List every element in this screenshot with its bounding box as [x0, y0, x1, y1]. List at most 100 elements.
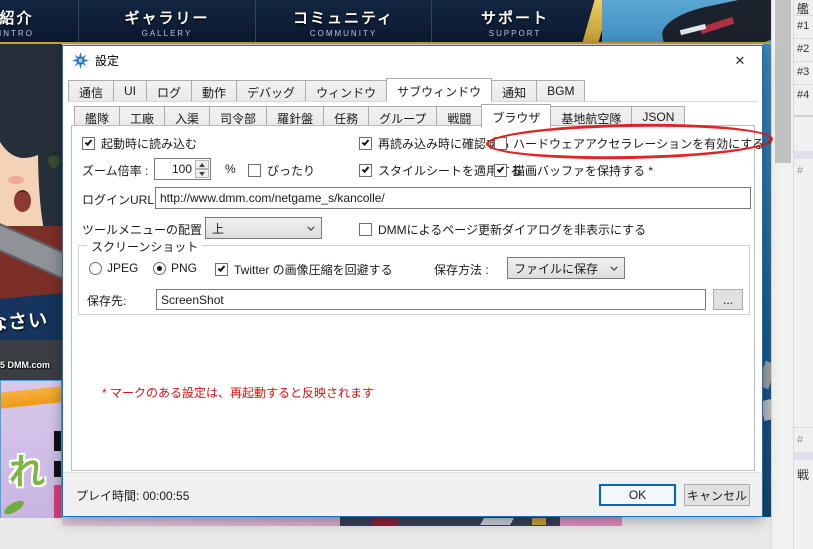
png-label: PNG	[171, 261, 197, 275]
load-on-start-label: 起動時に読み込む	[101, 135, 197, 152]
list-item[interactable]: #3	[797, 66, 809, 78]
load-on-start-checkbox[interactable]	[82, 137, 95, 150]
tab-log[interactable]: ログ	[146, 80, 192, 101]
highlight-band	[794, 151, 813, 159]
tab-subwindow[interactable]: サブウィンドウ	[386, 78, 492, 102]
play-time-value: 00:00:55	[143, 489, 190, 503]
tab-rashinban[interactable]: 羅針盤	[266, 106, 324, 127]
keep-buffer-checkbox[interactable]	[494, 164, 507, 177]
hw-accel-checkbox[interactable]	[494, 137, 507, 150]
tab-tsuuchi[interactable]: 通知	[491, 80, 537, 101]
twitter-checkbox[interactable]	[215, 263, 228, 276]
cancel-button[interactable]: キャンセル	[684, 484, 750, 506]
navbar-sky-art	[602, 0, 772, 44]
ad-art	[54, 431, 62, 451]
ok-button[interactable]: OK	[599, 484, 676, 506]
background-character-art: なさい 5 DMM.com れ	[0, 44, 62, 518]
tab-tsushin[interactable]: 通信	[68, 80, 114, 101]
confirm-reload-checkbox[interactable]	[359, 137, 372, 150]
tab-kichikoukuutai[interactable]: 基地航空隊	[550, 106, 632, 127]
jpeg-radio[interactable]	[89, 262, 102, 275]
dmm-dialog-checkbox[interactable]	[359, 223, 372, 236]
tab-json[interactable]: JSON	[631, 106, 685, 127]
ad-ribbon	[0, 385, 62, 409]
character-art	[8, 176, 24, 184]
tab-nyuukyo[interactable]: 入渠	[164, 106, 210, 127]
divider	[794, 15, 813, 16]
toolmenu-dropdown[interactable]: 上	[205, 217, 322, 239]
jpeg-label: JPEG	[107, 261, 138, 275]
tab-strip-main: 通信 UI ログ 動作 デバッグ ウィンドウ サブウィンドウ 通知 BGM	[68, 78, 758, 102]
browser-tab-content: 起動時に読み込む 再読み込み時に確認する ハードウェアアクセラレーションを有効に…	[71, 125, 755, 471]
banner-text: なさい	[0, 304, 49, 336]
tab-ui[interactable]: UI	[113, 80, 147, 101]
zoom-label: ズーム倍率 :	[82, 162, 148, 179]
settings-dialog: 設定 ✕ 通信 UI ログ 動作 デバッグ ウィンドウ サブウィンドウ 通知 B…	[62, 45, 763, 517]
login-url-input[interactable]: http://www.dmm.com/netgame_s/kancolle/	[155, 187, 751, 209]
nav-item-support[interactable]: サポート SUPPORT	[432, 0, 598, 44]
nav-item-gallery[interactable]: ギャラリー GALLERY	[79, 0, 256, 44]
dialog-title: 設定	[95, 52, 119, 69]
percent-label-row: %	[225, 162, 236, 176]
save-method-dropdown[interactable]: ファイルに保存	[507, 257, 625, 279]
toolmenu-value: 上	[212, 220, 224, 237]
restart-note: * マークのある設定は、再起動すると反映されます	[102, 384, 374, 401]
toolmenu-label: ツールメニューの配置 :	[82, 221, 209, 238]
tab-group[interactable]: グループ	[368, 106, 437, 127]
list-item[interactable]: #4	[797, 89, 809, 101]
nav-item-community[interactable]: コミュニティ COMMUNITY	[256, 0, 432, 44]
tab-browser[interactable]: ブラウザ	[481, 104, 551, 128]
tab-ninmu[interactable]: 任務	[323, 106, 369, 127]
stylesheet-checkbox[interactable]	[359, 164, 372, 177]
zoom-row: ズーム倍率 :	[82, 162, 148, 179]
tab-kantai[interactable]: 艦隊	[74, 106, 120, 127]
load-on-start-option[interactable]: 起動時に読み込む	[82, 135, 197, 152]
tab-window[interactable]: ウィンドウ	[305, 80, 387, 101]
spinner-up-icon[interactable]	[195, 160, 209, 169]
confirm-reload-option[interactable]: 再読み込み時に確認する	[359, 135, 510, 152]
png-radio[interactable]	[153, 262, 166, 275]
percent-label: %	[225, 162, 236, 176]
save-dir-input[interactable]: ScreenShot	[156, 289, 706, 310]
login-url-value: http://www.dmm.com/netgame_s/kancolle/	[160, 191, 385, 205]
bottom-edge-art	[480, 518, 514, 525]
dmm-dialog-option[interactable]: DMMによるページ更新ダイアログを非表示にする	[359, 221, 646, 238]
tab-dousa[interactable]: 動作	[191, 80, 237, 101]
browse-button[interactable]: ...	[713, 289, 743, 310]
scrollbar-thumb[interactable]	[775, 0, 791, 163]
nav-community-label: コミュニティ	[293, 7, 394, 28]
fit-option[interactable]: ぴったり	[248, 162, 315, 179]
hw-accel-option[interactable]: ハードウェアアクセラレーションを有効にする *	[494, 135, 772, 152]
fit-checkbox[interactable]	[248, 164, 261, 177]
save-method-label-row: 保存方法 :	[434, 261, 489, 278]
highlight-band	[794, 452, 813, 460]
list-item[interactable]: #2	[797, 43, 809, 55]
character-art	[14, 190, 31, 212]
tab-sentou[interactable]: 戦闘	[436, 106, 482, 127]
list-item[interactable]: #1	[797, 20, 809, 32]
nav-support-label: サポート	[481, 7, 549, 28]
save-dir-label: 保存先:	[87, 292, 126, 309]
chevron-down-icon	[610, 266, 618, 271]
jpeg-option[interactable]: JPEG	[89, 261, 138, 275]
tab-shireibu[interactable]: 司令部	[209, 106, 267, 127]
ad-leaf	[2, 498, 26, 517]
close-icon[interactable]: ✕	[726, 51, 754, 70]
ad-art	[54, 485, 62, 518]
fleet-list-panel: 艦 #1 #2 #3 #4 # # 戦	[793, 0, 813, 549]
login-banner: なさい	[0, 293, 62, 345]
keep-buffer-label: 描画バッファを保持する *	[513, 162, 653, 179]
scrollbar[interactable]	[771, 0, 793, 549]
twitter-option[interactable]: Twitter の画像圧縮を回避する	[215, 261, 393, 278]
fit-label: ぴったり	[267, 162, 315, 179]
tab-debug[interactable]: デバッグ	[236, 80, 306, 101]
tab-koushou[interactable]: 工廠	[119, 106, 165, 127]
nav-item-intro[interactable]: 紹介 INTRO	[0, 0, 79, 44]
spinner-down-icon[interactable]	[195, 169, 209, 178]
tab-bgm[interactable]: BGM	[536, 80, 585, 101]
login-url-label: ログインURL:	[82, 191, 157, 208]
dialog-titlebar[interactable]: 設定 ✕	[63, 46, 762, 74]
keep-buffer-option[interactable]: 描画バッファを保持する *	[494, 162, 653, 179]
png-option[interactable]: PNG	[153, 261, 197, 275]
zoom-spinner[interactable]: 100	[154, 158, 211, 180]
